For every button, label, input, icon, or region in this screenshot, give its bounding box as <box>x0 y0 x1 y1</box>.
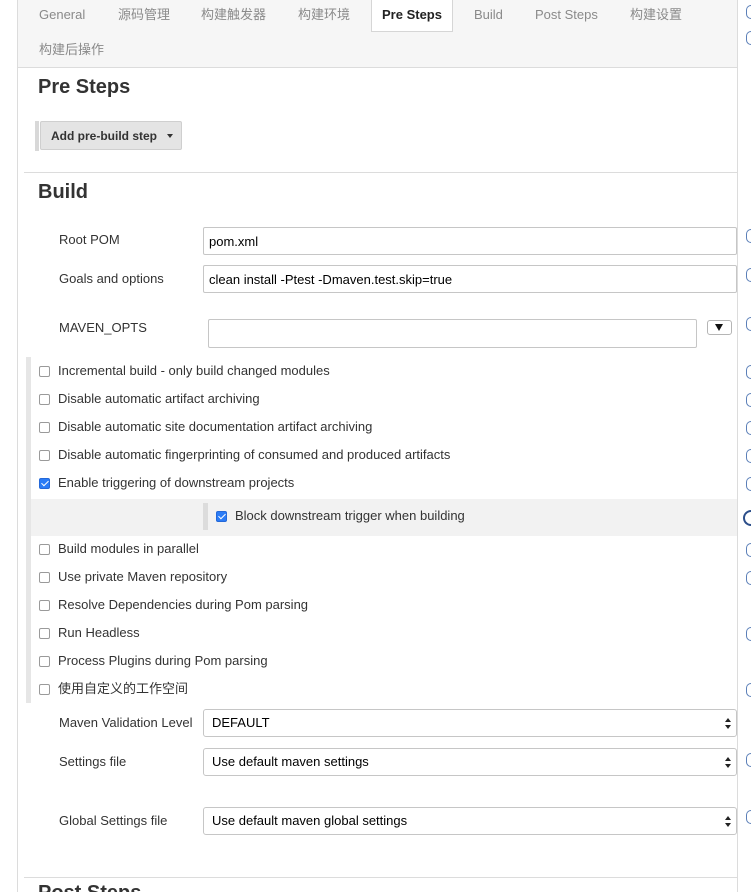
post-steps-section-divider <box>24 877 737 878</box>
maven-opts-expand-button[interactable] <box>707 320 732 335</box>
help-icon[interactable] <box>746 477 751 491</box>
tab-source-management[interactable]: 源码管理 <box>107 0 181 32</box>
help-icon[interactable] <box>746 317 751 331</box>
select-arrow-down <box>725 725 731 729</box>
disable-site-archiving-label: Disable automatic site documentation art… <box>58 419 373 434</box>
tab-pre-steps[interactable]: Pre Steps <box>371 0 453 32</box>
disable-artifact-archiving-label: Disable automatic artifact archiving <box>58 391 260 406</box>
disable-site-archiving-checkbox[interactable] <box>39 422 50 433</box>
select-arrow-up <box>725 757 731 761</box>
disable-fingerprinting-label: Disable automatic fingerprinting of cons… <box>58 447 451 462</box>
tab-build[interactable]: Build <box>463 0 514 32</box>
disable-fingerprinting-checkbox[interactable] <box>39 450 50 461</box>
goals-and-options-label: Goals and options <box>59 271 164 286</box>
pre-steps-heading: Pre Steps <box>38 76 131 98</box>
help-icon[interactable] <box>746 31 751 45</box>
panel-right-border <box>737 0 738 892</box>
root-pom-label: Root POM <box>59 232 120 247</box>
build-heading: Build <box>38 181 88 203</box>
global-settings-file-select[interactable]: Use default maven global settings <box>203 807 737 835</box>
select-arrow-up <box>725 816 731 820</box>
settings-file-value: Use default maven settings <box>212 754 369 769</box>
add-pre-build-step-label: Add pre-build step <box>51 129 157 143</box>
tab-post-steps[interactable]: Post Steps <box>524 0 609 32</box>
goals-and-options-input[interactable] <box>203 265 737 293</box>
enable-downstream-triggering-checkbox[interactable] <box>39 478 50 489</box>
post-steps-heading: Post Steps <box>38 881 238 892</box>
resolve-dependencies-label: Resolve Dependencies during Pom parsing <box>58 597 309 612</box>
custom-workspace-label: 使用自定义的工作空间 <box>58 681 189 696</box>
tab-build-settings[interactable]: 构建设置 <box>619 0 693 32</box>
maven-validation-level-select[interactable]: DEFAULT <box>203 709 737 737</box>
custom-workspace-checkbox[interactable] <box>39 684 50 695</box>
block-downstream-checkbox[interactable] <box>216 511 227 522</box>
help-icon[interactable] <box>746 421 751 435</box>
enable-downstream-triggering-label: Enable triggering of downstream projects <box>58 475 295 490</box>
disable-artifact-archiving-checkbox[interactable] <box>39 394 50 405</box>
select-arrows-icon <box>725 757 732 768</box>
caret-down-icon <box>167 134 173 138</box>
build-modules-parallel-label: Build modules in parallel <box>58 541 199 556</box>
process-plugins-label: Process Plugins during Pom parsing <box>58 653 268 668</box>
settings-file-label: Settings file <box>59 754 127 769</box>
private-maven-repo-label: Use private Maven repository <box>58 569 228 584</box>
global-settings-file-value: Use default maven global settings <box>212 813 408 828</box>
block-downstream-label: Block downstream trigger when building <box>235 508 465 523</box>
run-headless-checkbox[interactable] <box>39 628 50 639</box>
process-plugins-checkbox[interactable] <box>39 656 50 667</box>
help-icon[interactable] <box>746 627 751 641</box>
maven-validation-level-value: DEFAULT <box>212 715 270 730</box>
maven-opts-label: MAVEN_OPTS <box>59 320 147 335</box>
root-pom-input[interactable] <box>203 227 737 255</box>
help-icon[interactable] <box>746 543 751 557</box>
help-icon[interactable] <box>746 365 751 379</box>
settings-file-select[interactable]: Use default maven settings <box>203 748 737 776</box>
tab-general[interactable]: General <box>28 0 96 32</box>
expand-arrow-icon <box>715 324 723 331</box>
pre-steps-block-bar <box>35 121 39 151</box>
help-icon[interactable] <box>746 683 751 697</box>
global-settings-file-label: Global Settings file <box>59 813 168 828</box>
help-icon[interactable] <box>746 229 751 243</box>
select-arrows-icon <box>725 816 732 827</box>
panel-left-border <box>17 0 18 892</box>
tab-post-build-actions[interactable]: 构建后操作 <box>28 35 115 67</box>
help-icon[interactable] <box>746 753 751 767</box>
run-headless-label: Run Headless <box>58 625 140 640</box>
help-icon[interactable] <box>746 393 751 407</box>
nested-block-bar <box>203 503 208 530</box>
incremental-build-label: Incremental build - only build changed m… <box>58 363 330 378</box>
help-icon[interactable] <box>743 510 751 526</box>
select-arrow-down <box>725 764 731 768</box>
maven-validation-level-label: Maven Validation Level <box>59 715 193 730</box>
resolve-dependencies-checkbox[interactable] <box>39 600 50 611</box>
incremental-build-checkbox[interactable] <box>39 366 50 377</box>
private-maven-repo-checkbox[interactable] <box>39 572 50 583</box>
help-icon[interactable] <box>746 5 751 19</box>
select-arrows-icon <box>725 718 732 729</box>
help-icon[interactable] <box>746 810 751 824</box>
select-arrow-down <box>725 823 731 827</box>
build-section-divider <box>24 172 737 173</box>
select-arrow-up <box>725 718 731 722</box>
add-pre-build-step-button[interactable]: Add pre-build step <box>40 121 182 150</box>
tab-build-environment[interactable]: 构建环境 <box>287 0 361 32</box>
help-icon[interactable] <box>746 268 751 282</box>
maven-opts-input[interactable] <box>208 319 697 348</box>
build-modules-parallel-checkbox[interactable] <box>39 544 50 555</box>
tab-build-triggers[interactable]: 构建触发器 <box>190 0 277 32</box>
help-icon[interactable] <box>746 571 751 585</box>
help-icon[interactable] <box>746 449 751 463</box>
